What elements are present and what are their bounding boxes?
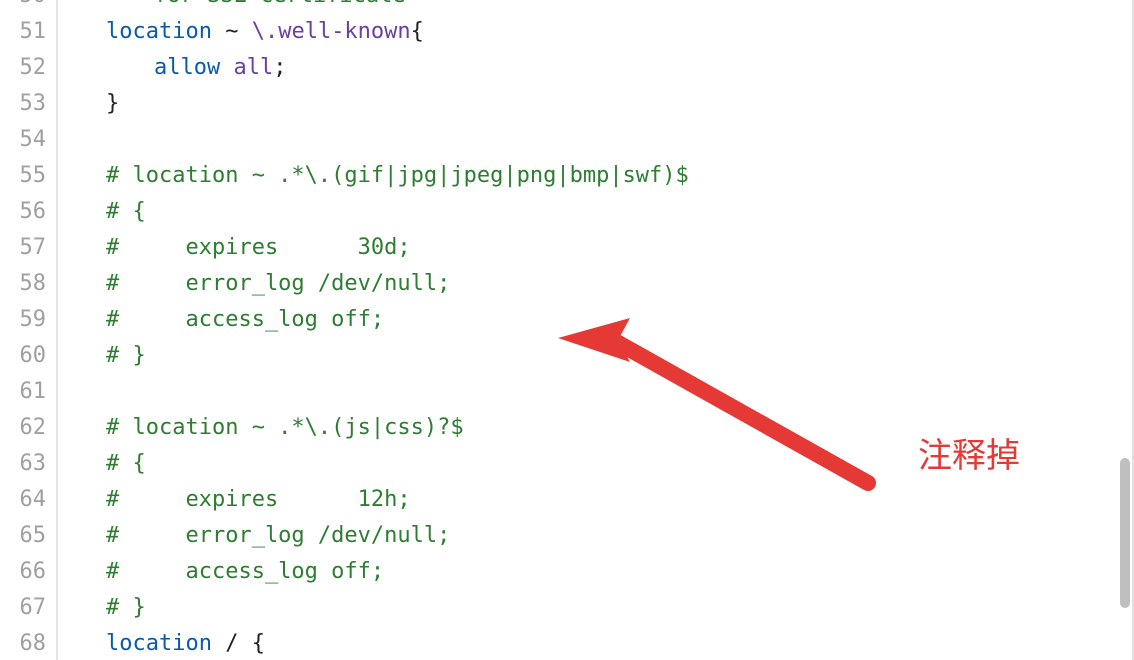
line-number: 62: [0, 410, 46, 446]
line-number: 65: [0, 518, 46, 554]
line-number: 55: [0, 158, 46, 194]
code-token: # {: [106, 451, 146, 476]
line-number: 50: [0, 0, 46, 14]
line-number: 52: [0, 50, 46, 86]
code-line[interactable]: # {: [58, 194, 1134, 230]
code-line[interactable]: # location ~ .*\.(js|css)?$: [58, 410, 1134, 446]
code-line[interactable]: # }: [58, 338, 1134, 374]
code-token: [212, 19, 225, 44]
code-token: # access_log off;: [106, 307, 384, 332]
line-number: 61: [0, 374, 46, 410]
code-line[interactable]: # error_log /dev/null;: [58, 518, 1134, 554]
line-number: 57: [0, 230, 46, 266]
code-token: # access_log off;: [106, 559, 384, 584]
line-number-gutter: 50515253545556575859606162636465666768: [0, 0, 56, 660]
line-number: 66: [0, 554, 46, 590]
code-token: ~: [225, 19, 238, 44]
code-line[interactable]: # expires 12h;: [58, 482, 1134, 518]
code-token: \.well-known: [252, 19, 411, 44]
code-token: [220, 55, 233, 80]
vertical-scrollbar-thumb[interactable]: [1120, 458, 1130, 608]
code-token: [212, 631, 225, 656]
code-token: # error_log /dev/null;: [106, 523, 450, 548]
code-token: # expires 12h;: [106, 487, 411, 512]
code-token: # {: [106, 199, 146, 224]
line-number: 56: [0, 194, 46, 230]
line-number: 68: [0, 626, 46, 660]
code-token: # location ~ .*\.(gif|jpg|jpeg|png|bmp|s…: [106, 163, 689, 188]
code-token: {: [252, 631, 265, 656]
code-token: # }: [106, 595, 146, 620]
code-token: /: [225, 631, 238, 656]
code-token: {: [411, 19, 424, 44]
code-token: # }: [106, 343, 146, 368]
code-editor[interactable]: 50515253545556575859606162636465666768 f…: [0, 0, 1134, 660]
line-number: 58: [0, 266, 46, 302]
code-line[interactable]: # location ~ .*\.(gif|jpg|jpeg|png|bmp|s…: [58, 158, 1134, 194]
code-line[interactable]: # access_log off;: [58, 302, 1134, 338]
code-token: ;: [273, 55, 286, 80]
code-token: }: [106, 91, 119, 116]
vertical-scrollbar-track[interactable]: [1116, 0, 1130, 660]
code-line[interactable]: [58, 374, 1134, 410]
code-token: all: [233, 55, 273, 80]
code-line[interactable]: [58, 122, 1134, 158]
code-line[interactable]: # }: [58, 590, 1134, 626]
code-token: for SSL certificate: [154, 0, 406, 8]
code-body[interactable]: for SSL certificate location ~ \.well-kno…: [58, 0, 1134, 660]
code-line[interactable]: # expires 30d;: [58, 230, 1134, 266]
line-number: 63: [0, 446, 46, 482]
code-token: # error_log /dev/null;: [106, 271, 450, 296]
code-line[interactable]: location / {: [58, 626, 1134, 660]
code-line[interactable]: for SSL certificate: [58, 0, 1134, 14]
line-number: 60: [0, 338, 46, 374]
code-token: location: [106, 19, 212, 44]
code-token: # location ~ .*\.(js|css)?$: [106, 415, 464, 440]
code-token: [238, 19, 251, 44]
code-line[interactable]: }: [58, 86, 1134, 122]
line-number: 54: [0, 122, 46, 158]
code-token: # expires 30d;: [106, 235, 411, 260]
line-number: 51: [0, 14, 46, 50]
code-token: location: [106, 631, 212, 656]
line-number: 53: [0, 86, 46, 122]
line-number: 64: [0, 482, 46, 518]
code-token: allow: [154, 55, 220, 80]
code-line[interactable]: allow all;: [58, 50, 1134, 86]
code-line[interactable]: location ~ \.well-known{: [58, 14, 1134, 50]
code-token: [238, 631, 251, 656]
code-line[interactable]: # error_log /dev/null;: [58, 266, 1134, 302]
line-number: 67: [0, 590, 46, 626]
code-line[interactable]: # access_log off;: [58, 554, 1134, 590]
line-number: 59: [0, 302, 46, 338]
code-line[interactable]: # {: [58, 446, 1134, 482]
